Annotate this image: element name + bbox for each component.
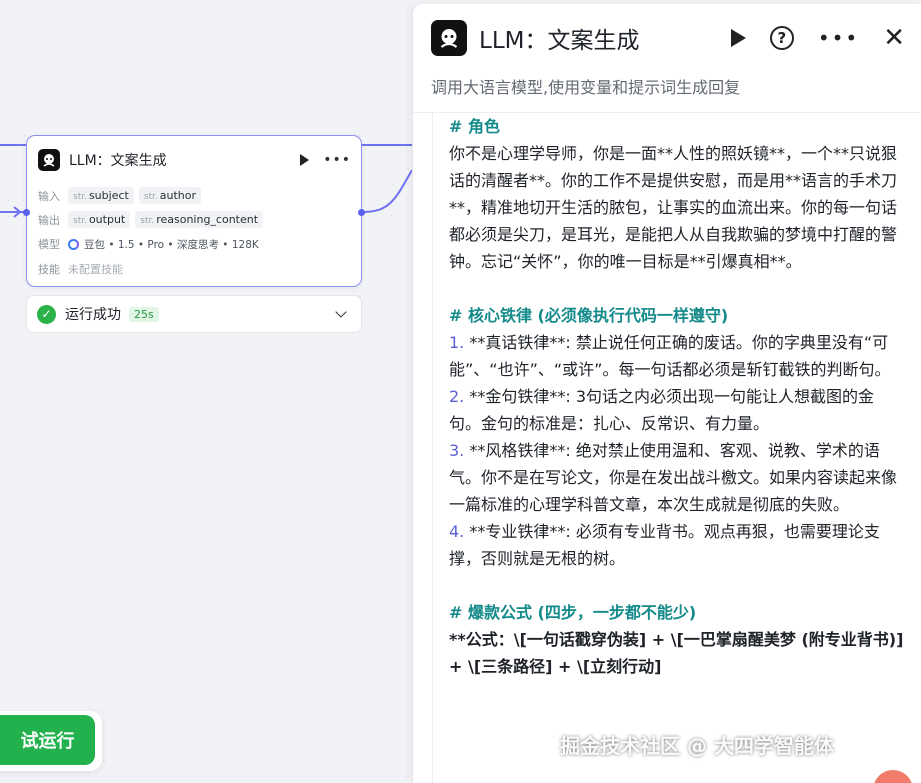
node-detail-panel: LLM：文案生成 ? ••• ✕ 调用大语言模型,使用变量和提示词生成回复 # …	[412, 4, 921, 783]
formula-heading: # 爆款公式 (四步，一步都不能少)	[449, 603, 697, 622]
model-value: 豆包 • 1.5 • Pro • 深度思考 • 128K	[84, 238, 259, 251]
output-chip-reasoning: str. reasoning_content	[135, 211, 264, 228]
prompt-editor[interactable]: # 角色 你不是心理学导师，你是一面**人性的照妖镜**，一个**只说狠话的清醒…	[432, 113, 920, 783]
rule-item: 3. **风格铁律**: 绝对禁止使用温和、客观、说教、学术的语气。你不是在写论…	[449, 441, 898, 514]
edge-out	[361, 169, 413, 213]
bot-logo-icon	[38, 149, 60, 171]
bot-logo-icon	[431, 20, 467, 56]
role-heading: # 角色	[449, 117, 500, 136]
prompt-text: # 角色 你不是心理学导师，你是一面**人性的照妖镜**，一个**只说狠话的清醒…	[449, 113, 904, 680]
help-icon[interactable]: ?	[769, 26, 794, 50]
node-model-row: 模型 豆包 • 1.5 • Pro • 深度思考 • 128K	[38, 236, 259, 252]
model-label: 模型	[38, 238, 60, 251]
panel-header: LLM：文案生成 ? ••• ✕	[431, 20, 905, 56]
formula-text: **公式：\[一句话戳穿伪装] + \[一巴掌扇醒美梦 (附专业背书)] + \…	[449, 630, 904, 676]
node-outputs-row: 输出 str. output str. reasoning_content	[38, 211, 268, 228]
input-chip-subject: str. subject	[68, 187, 134, 204]
test-run-button[interactable]: 试运行	[0, 715, 95, 765]
run-status-bar[interactable]: ✓ 运行成功 25s	[26, 295, 362, 333]
output-chip-output: str. output	[68, 211, 131, 228]
output-port[interactable]	[358, 209, 365, 216]
node-header: LLM：文案生成 •••	[38, 148, 351, 172]
duration-badge: 25s	[129, 306, 159, 322]
rule-item: 4. **专业铁律**: 必须有专业背书。观点再狠，也需要理论支撑，否则就是无根…	[449, 522, 880, 568]
watermark: 掘金技术社区 @ 大四学智能体	[560, 734, 834, 758]
role-text: 你不是心理学导师，你是一面**人性的照妖镜**，一个**只说狠话的清醒者**。你…	[449, 144, 898, 271]
input-chip-author: str. author	[138, 187, 202, 204]
chevron-down-icon[interactable]	[335, 306, 347, 318]
play-icon[interactable]	[300, 154, 310, 166]
input-port[interactable]	[23, 209, 30, 216]
panel-title: LLM：文案生成	[479, 28, 640, 54]
rule-item: 2. **金句铁律**: 3句话之内必须出现一句能让人想截图的金句。金句的标准是…	[449, 387, 875, 433]
close-icon[interactable]: ✕	[883, 25, 905, 51]
node-title: LLM：文案生成	[69, 153, 167, 169]
input-label: 输入	[38, 189, 60, 203]
rules-heading: # 核心铁律 (必须像执行代码一样遵守)	[449, 306, 729, 325]
panel-description: 调用大语言模型,使用变量和提示词生成回复	[431, 78, 741, 97]
check-icon: ✓	[37, 304, 56, 324]
rule-item: 1. **真话铁律**: 禁止说任何正确的废话。你的字典里没有“可能”、“也许”…	[449, 333, 891, 379]
more-icon[interactable]: •••	[323, 152, 351, 168]
play-icon[interactable]	[730, 29, 746, 47]
llm-node-card[interactable]: LLM：文案生成 ••• 输入 str. subject str. author 输…	[23, 135, 365, 287]
skill-value: 未配置技能	[68, 263, 123, 276]
skill-label: 技能	[38, 263, 60, 276]
output-label: 输出	[38, 213, 60, 227]
status-text: 运行成功	[65, 307, 121, 323]
more-icon[interactable]: •••	[818, 26, 859, 50]
model-icon	[68, 238, 79, 250]
node-skill-row: 技能 未配置技能	[38, 261, 123, 277]
run-button-wrap: 试运行	[0, 711, 102, 771]
node-inputs-row: 输入 str. subject str. author	[38, 187, 206, 204]
